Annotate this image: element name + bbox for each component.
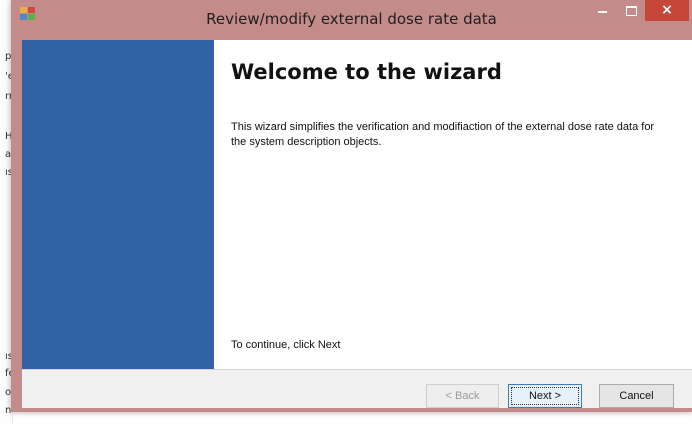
cancel-button[interactable]: Cancel	[599, 384, 674, 408]
title-bar[interactable]: Review/modify external dose rate data ×	[11, 0, 692, 40]
minimize-button[interactable]	[589, 0, 617, 22]
button-bar: < Back Next > Cancel	[22, 369, 692, 408]
wizard-description: This wizard simplifies the verification …	[231, 121, 655, 148]
back-button[interactable]: < Back	[426, 384, 499, 408]
close-icon: ×	[661, 2, 673, 18]
wizard-side-panel	[22, 40, 214, 369]
minimize-icon	[598, 11, 607, 13]
wizard-window: Review/modify external dose rate data × …	[11, 0, 692, 412]
close-button[interactable]: ×	[645, 0, 689, 21]
maximize-button[interactable]	[617, 0, 645, 22]
next-button[interactable]: Next >	[508, 384, 582, 408]
focus-rectangle	[511, 387, 579, 405]
wizard-content: Welcome to the wizard This wizard simpli…	[22, 40, 692, 408]
continue-instruction: To continue, click Next	[231, 339, 341, 351]
maximize-icon	[626, 6, 637, 16]
wizard-heading: Welcome to the wizard	[231, 60, 502, 84]
